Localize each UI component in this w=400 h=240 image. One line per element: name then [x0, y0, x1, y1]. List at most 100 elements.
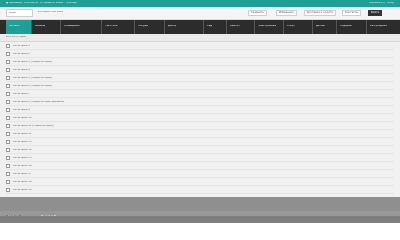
list-item[interactable]: Категория 6 (подкатегория)	[6, 83, 394, 90]
list-item[interactable]: Категория 14	[6, 147, 394, 154]
category-icon	[6, 84, 10, 88]
list-item-label: Категория 17	[13, 173, 32, 175]
list-item[interactable]: Категория 8 (подкатегория длинная)	[6, 99, 394, 106]
nav-label: Сад	[207, 25, 213, 27]
list-item-label: Категория 5 (подкатегория)	[13, 77, 52, 79]
row-divider	[6, 137, 394, 138]
row-divider	[6, 145, 394, 146]
list-item-label: Категория 6 (подкатегория)	[13, 85, 52, 87]
header: LOGO Интернет-магазин Сравнить Избранное…	[0, 7, 400, 20]
nav-dishes[interactable]: Посуда	[135, 20, 164, 34]
list-item[interactable]: Категория 17	[6, 171, 394, 178]
category-icon	[6, 44, 10, 48]
nav-catalog[interactable]: Каталог	[6, 20, 31, 34]
nav-sport[interactable]: Спорт	[284, 20, 312, 34]
nav-textile[interactable]: Текстиль	[102, 20, 134, 34]
footer-bar	[0, 216, 400, 223]
nav-label: Освещение	[64, 25, 80, 27]
category-icon	[6, 116, 10, 120]
nav-label: Подарки	[340, 25, 352, 27]
row-divider	[6, 113, 394, 114]
contacts-button[interactable]: Контакты	[342, 10, 362, 16]
list-item[interactable]: Категория 16	[6, 163, 394, 170]
row-divider	[6, 89, 394, 90]
top-account[interactable]: Корзина (0) · Вход	[369, 2, 394, 5]
favorites-button[interactable]: Избранное	[276, 10, 297, 16]
list-item[interactable]: Категория 13	[6, 139, 394, 146]
nav-label: Детям	[316, 25, 325, 27]
main-nav: Каталог Мебель Освещение Текстиль Посуда…	[0, 20, 400, 34]
list-item[interactable]: Категория 3 (подкатегория)	[6, 59, 394, 66]
top-bar: ● Брошюра · Контакты · Отправить заказ ·…	[0, 0, 400, 7]
list-item[interactable]: Категория 10	[6, 115, 394, 122]
list-item-label: Категория 4	[13, 69, 30, 71]
list-item-label: Категория 9	[13, 109, 30, 111]
category-icon	[6, 156, 10, 160]
row-divider	[6, 185, 394, 186]
row-divider	[6, 177, 394, 178]
category-icon	[6, 76, 10, 80]
category-icon	[6, 132, 10, 136]
nav-lighting[interactable]: Освещение	[61, 20, 101, 34]
row-divider	[6, 169, 394, 170]
list-item-label: Категория 19	[13, 189, 32, 191]
nav-furniture[interactable]: Мебель	[32, 20, 60, 34]
nav-label: Текстиль	[105, 25, 118, 27]
bottom-panel	[0, 197, 400, 211]
category-icon	[6, 52, 10, 56]
nav-gifts[interactable]: Подарки	[337, 20, 366, 34]
list-item[interactable]: Категория 19	[6, 187, 394, 194]
row-divider	[6, 73, 394, 74]
nav-label: Электроника	[258, 25, 276, 27]
category-icon	[6, 180, 10, 184]
nav-decor[interactable]: Декор	[165, 20, 203, 34]
category-icon	[6, 108, 10, 112]
list-item[interactable]: Категория 11 (подкатегория)	[6, 123, 394, 130]
list-item-label: Категория 1	[13, 45, 30, 47]
category-icon	[6, 60, 10, 64]
list-item-label: Категория 11 (подкатегория)	[13, 125, 54, 127]
nav-repair[interactable]: Ремонт	[227, 20, 254, 34]
row-divider	[6, 121, 394, 122]
list-item-label: Категория 12	[13, 133, 32, 135]
list-item-label: Категория 18	[13, 181, 32, 183]
subrow-label: Все категории	[6, 36, 26, 38]
category-icon	[6, 172, 10, 176]
list-item-label: Категория 3 (подкатегория)	[13, 61, 52, 63]
list-item[interactable]: Категория 4	[6, 67, 394, 74]
nav-label: Каталог	[9, 25, 21, 27]
category-icon	[6, 124, 10, 128]
nav-label: Декор	[168, 25, 177, 27]
list-item-label: Категория 10	[13, 117, 32, 119]
nav-label: Распродажа	[370, 25, 387, 27]
compare-button[interactable]: Сравнить	[248, 10, 267, 16]
list-item[interactable]: Категория 18	[6, 179, 394, 186]
list-item[interactable]: Категория 5 (подкатегория)	[6, 75, 394, 82]
row-divider	[6, 97, 394, 98]
sub-row: Все категории	[0, 34, 400, 42]
delivery-payment-button[interactable]: Доставка и оплата	[304, 10, 336, 16]
row-divider	[6, 153, 394, 154]
category-icon	[6, 100, 10, 104]
list-item[interactable]: Категория 7	[6, 91, 394, 98]
list-item[interactable]: Категория 1	[6, 43, 394, 50]
list-item-label: Категория 15	[13, 157, 32, 159]
list-item[interactable]: Категория 2	[6, 51, 394, 58]
category-list: Категория 1 Категория 2 Категория 3 (под…	[0, 42, 400, 197]
site-logo[interactable]: LOGO	[6, 9, 33, 17]
nav-label: Посуда	[138, 25, 148, 27]
nav-electronics[interactable]: Электроника	[255, 20, 283, 34]
row-divider	[6, 65, 394, 66]
row-divider	[6, 81, 394, 82]
nav-garden[interactable]: Сад	[204, 20, 226, 34]
list-item[interactable]: Категория 12	[6, 131, 394, 138]
nav-sale[interactable]: Распродажа	[367, 20, 394, 34]
list-item-label: Категория 7	[13, 93, 30, 95]
login-button[interactable]: Войти	[368, 10, 383, 16]
list-item[interactable]: Категория 9	[6, 107, 394, 114]
nav-kids[interactable]: Детям	[313, 20, 336, 34]
row-divider	[6, 57, 394, 58]
top-links[interactable]: ● Брошюра · Контакты · Отправить заказ ·…	[6, 2, 77, 5]
list-item-label: Категория 14	[13, 149, 32, 151]
list-item[interactable]: Категория 15	[6, 155, 394, 162]
